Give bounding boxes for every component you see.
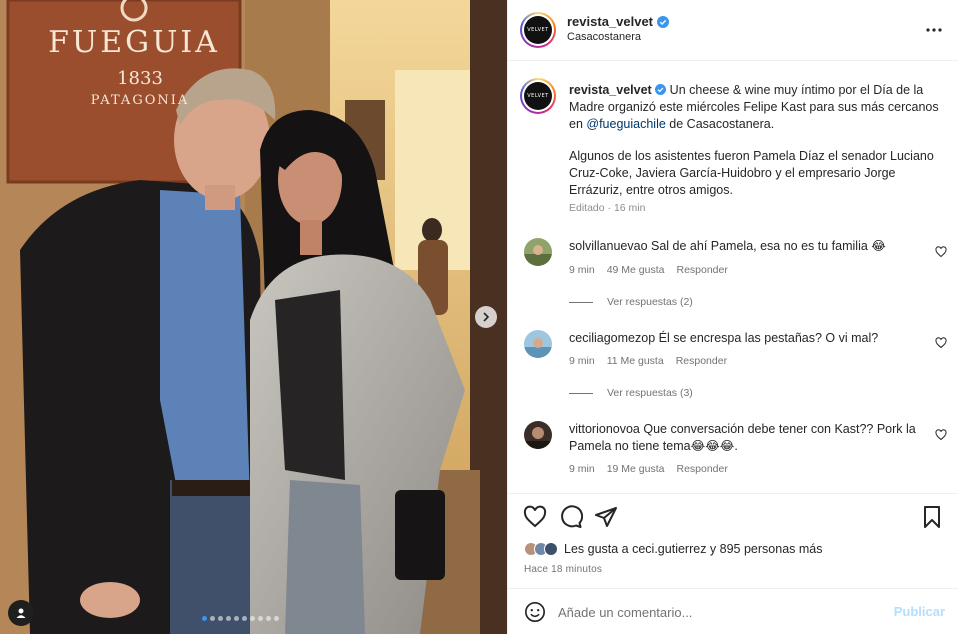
mention-link[interactable]: @fueguiachile — [586, 117, 665, 131]
share-icon[interactable] — [594, 505, 618, 529]
more-horizontal-icon — [926, 28, 942, 32]
view-replies-label: Ver respuestas (3) — [607, 387, 693, 399]
comment-likes[interactable]: 11 Me gusta — [607, 355, 664, 367]
post-header: VELVET revista_velvet Casacostanera — [508, 0, 958, 61]
carousel-dot — [266, 616, 271, 621]
emoji-icon[interactable] — [524, 601, 546, 623]
likes-user[interactable]: ceci.gutierrez — [632, 542, 706, 556]
more-options-button[interactable] — [923, 20, 945, 40]
post-location[interactable]: Casacostanera — [567, 31, 641, 43]
chevron-right-icon — [483, 312, 490, 322]
like-comment-heart-icon[interactable] — [935, 246, 947, 258]
comment-username[interactable]: ceciliagomezop — [569, 331, 655, 345]
carousel-dot — [234, 616, 239, 621]
sign-region: PATAGONIA — [91, 93, 190, 108]
reply-button[interactable]: Responder — [676, 355, 727, 367]
carousel-dot — [242, 616, 247, 621]
sign-year: 1833 — [117, 68, 163, 89]
next-photo-button[interactable] — [475, 306, 497, 328]
caption-avatar[interactable]: VELVET — [520, 78, 556, 114]
likes-mid: y — [706, 542, 720, 556]
comment-input[interactable] — [558, 602, 878, 622]
reply-button[interactable]: Responder — [676, 264, 727, 276]
carousel-dot — [274, 616, 279, 621]
comment-text: Él se encrespa las pestañas? O vi mal? — [655, 331, 879, 345]
comment-likes[interactable]: 49 Me gusta — [607, 264, 665, 276]
author-avatar[interactable]: VELVET — [520, 12, 556, 48]
author-username[interactable]: revista_velvet — [567, 14, 653, 29]
carousel-dot — [258, 616, 263, 621]
comment-icon[interactable] — [559, 505, 583, 529]
likes-prefix: Les gusta a — [564, 542, 633, 556]
post-details-panel: VELVET revista_velvet Casacostanera VELV… — [507, 0, 958, 634]
post-actions: Les gusta a ceci.gutierrez y 895 persona… — [508, 493, 958, 588]
reply-button[interactable]: Responder — [676, 463, 727, 475]
view-replies-button[interactable]: Ver respuestas (2) — [569, 296, 693, 308]
commenter-avatar[interactable] — [524, 421, 552, 449]
bookmark-icon[interactable] — [920, 505, 944, 529]
view-replies-button[interactable]: Ver respuestas (3) — [569, 387, 693, 399]
edited-label: Editado · 16 min — [569, 202, 646, 214]
carousel-dot — [218, 616, 223, 621]
replies-divider — [569, 301, 593, 303]
caption-username[interactable]: revista_velvet — [569, 83, 652, 97]
user-icon — [16, 608, 26, 618]
verified-badge-icon — [657, 15, 670, 28]
avatar-image — [524, 421, 552, 449]
avatar-logo-text: VELVET — [524, 16, 552, 44]
comment-likes[interactable]: 19 Me gusta — [607, 463, 665, 475]
caption-paragraph-2: Algunos de los asistentes fueron Pamela … — [569, 149, 934, 197]
avatar-image — [524, 238, 552, 266]
tagged-users-button[interactable] — [8, 600, 34, 626]
post-photo[interactable]: FUEGUIA 1833 PATAGONIA — [0, 0, 507, 634]
likes-summary[interactable]: Les gusta a ceci.gutierrez y 895 persona… — [524, 542, 823, 556]
comment-time: 9 min — [569, 264, 595, 276]
publish-button[interactable]: Publicar — [894, 604, 945, 619]
post-caption: revista_velvet Un cheese & wine muy ínti… — [569, 82, 944, 199]
comments-section[interactable]: VELVET revista_velvet Un cheese & wine m… — [508, 62, 958, 492]
carousel-dot — [202, 616, 207, 621]
comment-time: 9 min — [569, 355, 595, 367]
commenter-avatar[interactable] — [524, 330, 552, 358]
comment-username[interactable]: vittorionovoa — [569, 422, 640, 436]
avatar-image — [524, 330, 552, 358]
commenter-avatar[interactable] — [524, 238, 552, 266]
post-timestamp[interactable]: Hace 18 minutos — [524, 564, 602, 575]
like-heart-icon[interactable] — [523, 505, 547, 529]
verified-badge-icon — [655, 84, 667, 95]
replies-divider — [569, 392, 593, 394]
liker-avatar — [544, 542, 558, 556]
comment-time: 9 min — [569, 463, 595, 475]
comment-text: Sal de ahí Pamela, esa no es tu familia … — [647, 239, 886, 253]
caption-text-end: de Casacostanera. — [665, 117, 775, 131]
carousel-indicator — [202, 616, 279, 621]
avatar-logo-text: VELVET — [524, 82, 552, 110]
add-comment-bar: Publicar — [508, 588, 958, 634]
view-replies-label: Ver respuestas (2) — [607, 296, 693, 308]
post-image: FUEGUIA 1833 PATAGONIA — [0, 0, 507, 634]
like-comment-heart-icon[interactable] — [935, 337, 947, 349]
likes-count[interactable]: 895 personas más — [720, 542, 823, 556]
carousel-dot — [250, 616, 255, 621]
carousel-dot — [226, 616, 231, 621]
comment-username[interactable]: solvillanuevao — [569, 239, 648, 253]
carousel-dot — [210, 616, 215, 621]
sign-brand: FUEGUIA — [48, 25, 220, 60]
like-comment-heart-icon[interactable] — [935, 429, 947, 441]
